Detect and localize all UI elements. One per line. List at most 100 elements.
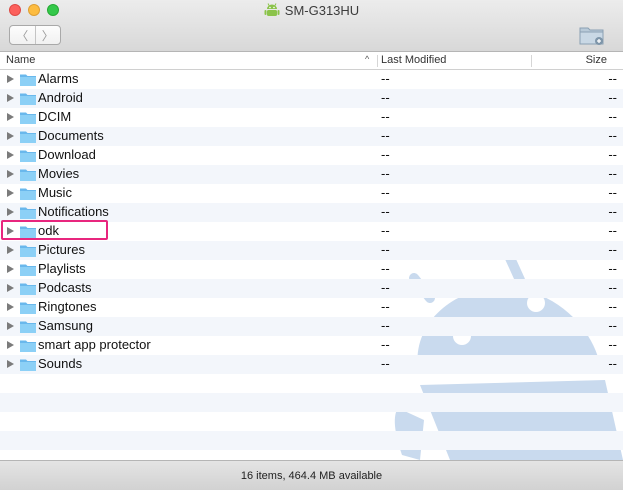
disclosure-triangle-icon[interactable] <box>7 189 14 197</box>
file-last-modified: -- <box>381 223 390 238</box>
disclosure-triangle-icon[interactable] <box>7 341 14 349</box>
list-item[interactable]: Download -- -- <box>0 146 623 165</box>
disclosure-triangle-icon[interactable] <box>7 246 14 254</box>
disclosure-triangle-icon[interactable] <box>7 151 14 159</box>
file-size: -- <box>608 223 617 238</box>
window-title: SM-G313HU <box>284 3 360 18</box>
file-last-modified: -- <box>381 166 390 181</box>
file-last-modified: -- <box>381 280 390 295</box>
folder-icon <box>20 302 36 314</box>
column-divider[interactable] <box>531 55 532 67</box>
column-header-last-modified[interactable]: Last Modified <box>381 54 446 66</box>
empty-row <box>0 412 623 431</box>
status-bar: 16 items, 464.4 MB available <box>0 460 623 490</box>
file-last-modified: -- <box>381 261 390 276</box>
folder-icon <box>20 321 36 333</box>
chevron-left-icon: 〈 <box>16 28 29 43</box>
list-item[interactable]: Samsung -- -- <box>0 317 623 336</box>
disclosure-triangle-icon[interactable] <box>7 284 14 292</box>
file-last-modified: -- <box>381 337 390 352</box>
list-item[interactable]: Alarms -- -- <box>0 70 623 89</box>
list-item[interactable]: Sounds -- -- <box>0 355 623 374</box>
folder-icon <box>20 226 36 238</box>
disclosure-triangle-icon[interactable] <box>7 265 14 273</box>
file-size: -- <box>608 147 617 162</box>
file-name: Samsung <box>38 318 93 333</box>
file-name: Sounds <box>38 356 83 371</box>
disclosure-triangle-icon[interactable] <box>7 303 14 311</box>
folder-icon <box>20 340 36 352</box>
file-name: Pictures <box>38 242 85 257</box>
file-name: Download <box>38 147 96 162</box>
list-item[interactable]: Music -- -- <box>0 184 623 203</box>
file-last-modified: -- <box>381 299 390 314</box>
back-button[interactable]: 〈 <box>10 26 36 44</box>
folder-icon <box>20 245 36 257</box>
folder-icon <box>20 150 36 162</box>
sort-ascending-icon: ^ <box>365 54 370 64</box>
column-header-size[interactable]: Size <box>586 54 607 66</box>
file-size: -- <box>608 204 617 219</box>
disclosure-triangle-icon[interactable] <box>7 94 14 102</box>
file-name: odk <box>38 223 59 238</box>
file-size: -- <box>608 242 617 257</box>
folder-icon <box>20 283 36 295</box>
disclosure-triangle-icon[interactable] <box>7 227 14 235</box>
window-title-area: SM-G313HU <box>0 3 623 21</box>
list-item[interactable]: DCIM -- -- <box>0 108 623 127</box>
disclosure-triangle-icon[interactable] <box>7 132 14 140</box>
column-divider[interactable] <box>377 55 378 67</box>
list-item[interactable]: Podcasts -- -- <box>0 279 623 298</box>
empty-row <box>0 431 623 450</box>
title-bar: SM-G313HU 〈 〉 <box>0 0 623 52</box>
list-item[interactable]: odk -- -- <box>0 222 623 241</box>
file-last-modified: -- <box>381 147 390 162</box>
file-name: Notifications <box>38 204 109 219</box>
disclosure-triangle-icon[interactable] <box>7 170 14 178</box>
list-item[interactable]: Android -- -- <box>0 89 623 108</box>
folder-icon <box>20 264 36 276</box>
folder-icon <box>20 131 36 143</box>
list-item[interactable]: Movies -- -- <box>0 165 623 184</box>
list-item[interactable]: smart app protector -- -- <box>0 336 623 355</box>
file-last-modified: -- <box>381 242 390 257</box>
file-last-modified: -- <box>381 71 390 86</box>
list-item[interactable]: Notifications -- -- <box>0 203 623 222</box>
disclosure-triangle-icon[interactable] <box>7 360 14 368</box>
file-name: Ringtones <box>38 299 97 314</box>
file-last-modified: -- <box>381 356 390 371</box>
empty-row <box>0 393 623 412</box>
disclosure-triangle-icon[interactable] <box>7 75 14 83</box>
file-size: -- <box>608 356 617 371</box>
list-item[interactable]: Pictures -- -- <box>0 241 623 260</box>
file-last-modified: -- <box>381 90 390 105</box>
file-size: -- <box>608 337 617 352</box>
list-item[interactable]: Documents -- -- <box>0 127 623 146</box>
file-size: -- <box>608 185 617 200</box>
file-list: Alarms -- -- Android -- -- DCIM -- -- Do… <box>0 70 623 460</box>
file-name: Movies <box>38 166 80 181</box>
file-size: -- <box>608 128 617 143</box>
column-header: Name ^ Last Modified Size <box>0 53 623 70</box>
file-name: Music <box>38 185 72 200</box>
file-name: Playlists <box>38 261 86 276</box>
navigation-buttons: 〈 〉 <box>9 25 61 45</box>
folder-icon <box>20 93 36 105</box>
file-name: DCIM <box>38 109 72 124</box>
file-size: -- <box>608 109 617 124</box>
chevron-right-icon: 〉 <box>41 28 54 43</box>
list-item[interactable]: Playlists -- -- <box>0 260 623 279</box>
folder-icon <box>20 112 36 124</box>
file-size: -- <box>608 166 617 181</box>
disclosure-triangle-icon[interactable] <box>7 113 14 121</box>
android-device-icon <box>264 3 280 21</box>
new-folder-icon <box>579 27 604 45</box>
disclosure-triangle-icon[interactable] <box>7 322 14 330</box>
list-item[interactable]: Ringtones -- -- <box>0 298 623 317</box>
folder-icon <box>20 207 36 219</box>
forward-button[interactable]: 〉 <box>36 26 61 44</box>
column-header-name[interactable]: Name <box>6 54 35 66</box>
disclosure-triangle-icon[interactable] <box>7 208 14 216</box>
file-last-modified: -- <box>381 204 390 219</box>
new-folder-button[interactable] <box>579 24 605 46</box>
